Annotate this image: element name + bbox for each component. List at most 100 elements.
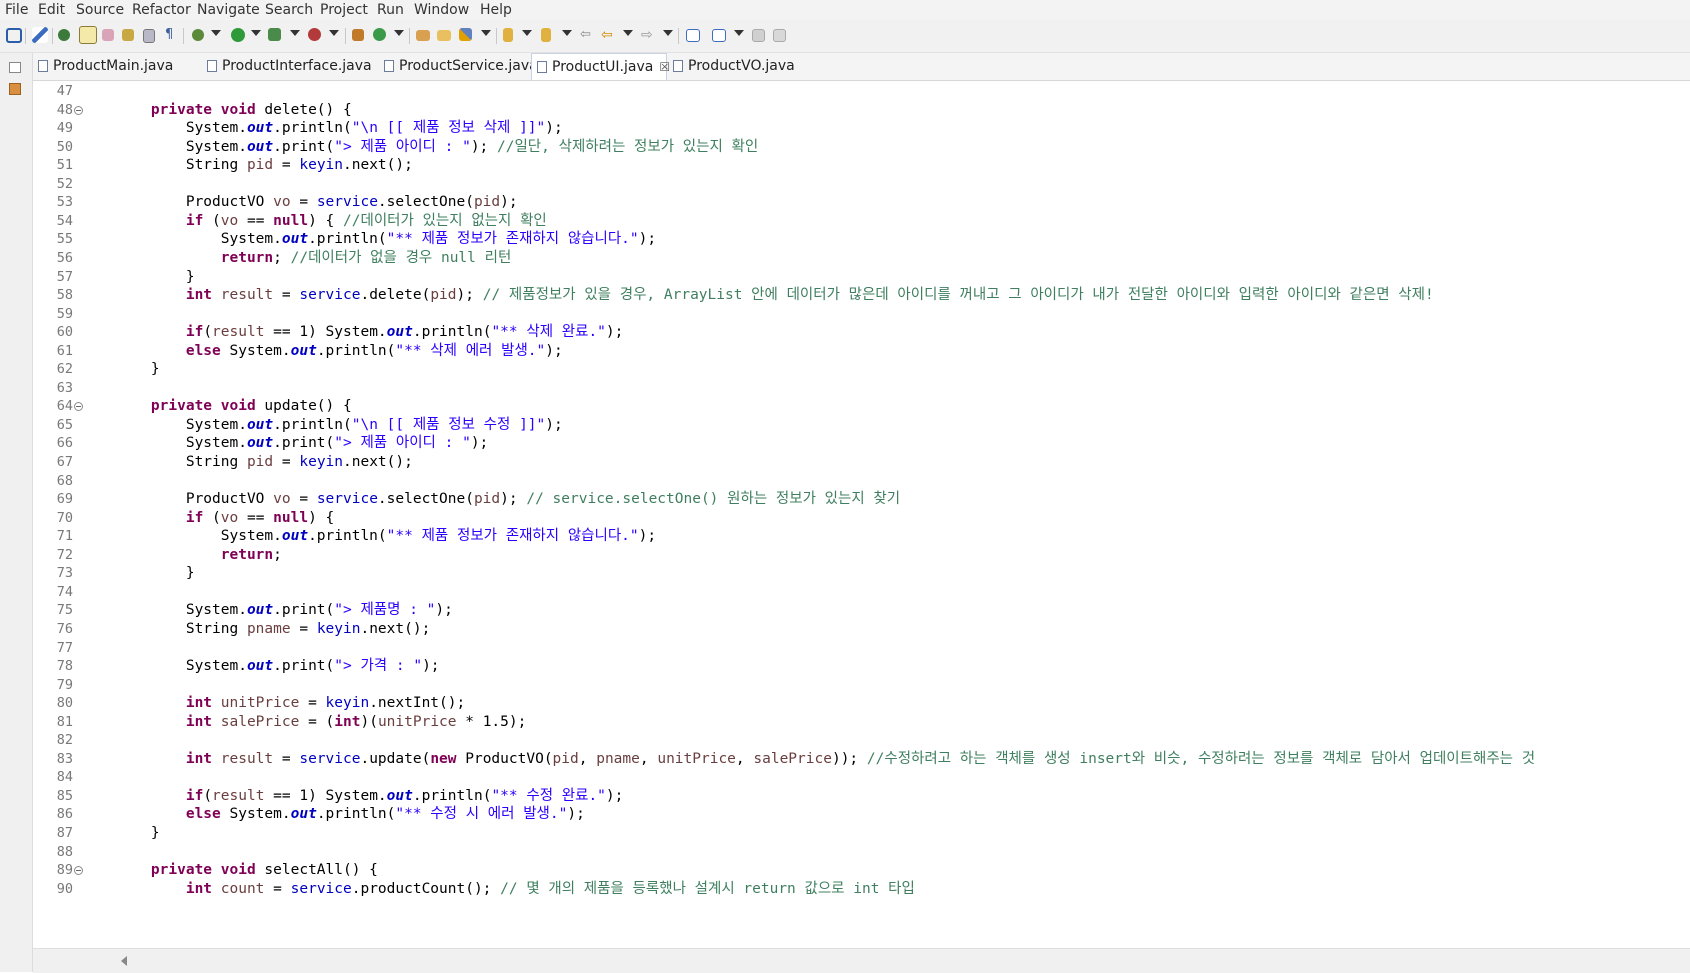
code-line[interactable]: int salePrice = (int)(unitPrice * 1.5); [116, 712, 527, 732]
back-icon[interactable]: ⇦ [601, 27, 617, 43]
java-ee-perspective-icon[interactable] [752, 29, 765, 42]
run-dropdown-icon[interactable] [251, 30, 261, 36]
menu-run[interactable]: Run [377, 0, 404, 20]
code-line[interactable]: ProductVO vo = service.selectOne(pid); [116, 192, 518, 212]
toggle-block-selection-icon[interactable] [102, 29, 114, 41]
code-line[interactable]: private void update() { [116, 396, 352, 416]
tab-productvo[interactable]: ProductVO.java [668, 53, 808, 80]
perspective-dropdown-icon[interactable] [734, 30, 744, 36]
forward-icon[interactable]: ⇨ [641, 27, 657, 43]
code-line[interactable]: if(result == 1) System.out.println("** 삭… [116, 322, 624, 342]
open-perspective-icon[interactable] [712, 29, 726, 42]
code-line[interactable]: ProductVO vo = service.selectOne(pid); /… [116, 489, 900, 509]
code-line[interactable]: System.out.println("\n [[ 제품 정보 삭제 ]]"); [116, 118, 563, 138]
menu-source[interactable]: Source [76, 0, 124, 20]
last-edit-location-icon[interactable]: ⇦ [580, 27, 596, 43]
restore-view-icon[interactable] [9, 62, 21, 73]
toggle-mark-occurrences-icon[interactable] [79, 26, 97, 44]
code-line[interactable]: System.out.println("** 제품 정보가 존재하지 않습니다.… [116, 229, 656, 249]
code-line[interactable]: } [116, 563, 195, 583]
debug-icon[interactable] [192, 29, 204, 41]
open-type-icon[interactable] [416, 30, 430, 41]
fold-collapse-icon[interactable] [74, 866, 83, 875]
code-line[interactable]: if(result == 1) System.out.println("** 수… [116, 786, 624, 806]
previous-edit-dropdown-icon[interactable] [562, 30, 572, 36]
code-line[interactable]: private void delete() { [116, 100, 352, 120]
debug-dropdown-icon[interactable] [211, 30, 221, 36]
back-dropdown-icon[interactable] [623, 30, 633, 36]
code-line[interactable]: String pid = keyin.next(); [116, 155, 413, 175]
code-line[interactable]: String pname = keyin.next(); [116, 619, 430, 639]
coverage-icon[interactable] [268, 28, 281, 41]
code-line[interactable]: else System.out.println("** 수정 시 에러 발생."… [116, 804, 585, 824]
scroll-left-icon[interactable] [121, 956, 127, 966]
code-line[interactable]: System.out.print("> 가격 : "); [116, 656, 440, 676]
forward-dropdown-icon[interactable] [663, 30, 673, 36]
tab-productmain[interactable]: ProductMain.java [33, 53, 198, 80]
search-icon[interactable] [459, 28, 472, 41]
code-line[interactable]: if (vo == null) { [116, 508, 334, 528]
code-line[interactable]: String pid = keyin.next(); [116, 452, 413, 472]
new-java-project-icon[interactable] [352, 29, 364, 41]
code-token: keyin [316, 621, 361, 637]
new-java-class-icon[interactable] [373, 28, 386, 41]
menu-file[interactable]: File [5, 0, 28, 20]
code-line[interactable]: System.out.print("> 제품 아이디 : "); //일단, 삭… [116, 137, 758, 157]
menu-project[interactable]: Project [320, 0, 368, 20]
coverage-dropdown-icon[interactable] [290, 30, 300, 36]
skip-breakpoints-icon[interactable] [32, 27, 48, 43]
code-line[interactable]: } [116, 267, 195, 287]
java-perspective-icon[interactable] [773, 29, 786, 42]
new-java-package-icon[interactable] [58, 29, 70, 41]
fold-collapse-icon[interactable] [74, 106, 83, 115]
horizontal-scrollbar[interactable] [33, 948, 1690, 973]
code-line[interactable]: return; [116, 545, 282, 565]
code-line[interactable]: System.out.print("> 제품명 : "); [116, 600, 453, 620]
previous-annotation-icon[interactable] [143, 29, 155, 43]
code-line[interactable]: System.out.print("> 제품 아이디 : "); [116, 433, 488, 453]
tab-productinterface[interactable]: ProductInterface.java [202, 53, 377, 80]
menu-search[interactable]: Search [265, 0, 313, 20]
code-line[interactable]: else System.out.println("** 삭제 에러 발생."); [116, 341, 563, 361]
line-number: 62 [56, 361, 73, 377]
code-token: // 몇 개의 제품을 등록했나 설계시 return 값으로 int 타입 [500, 881, 915, 897]
show-whitespace-icon[interactable]: ¶ [165, 27, 181, 43]
previous-edit-location-icon[interactable] [541, 28, 551, 42]
menu-navigate[interactable]: Navigate [197, 0, 260, 20]
search-dropdown-icon[interactable] [481, 30, 491, 36]
external-tools-icon[interactable] [308, 28, 321, 41]
code-token: System. [220, 806, 291, 822]
code-line[interactable]: if (vo == null) { //데이터가 있는지 없는지 확인 [116, 211, 547, 231]
code-line[interactable]: int count = service.productCount(); // 몇… [116, 879, 915, 899]
code-editor[interactable]: 47 48 49 50 51 52 53 54 55 56 57 58 59 60 61 62 63 64 65 66… [33, 81, 1690, 948]
code-line[interactable]: private void selectAll() { [116, 860, 378, 880]
run-icon[interactable] [231, 28, 245, 42]
code-line[interactable]: int result = service.delete(pid); // 제품정… [116, 285, 1434, 305]
new-java-class-dropdown-icon[interactable] [394, 30, 404, 36]
pin-editor-icon[interactable] [686, 29, 700, 42]
menu-window[interactable]: Window [414, 0, 469, 20]
code-line[interactable]: System.out.println("** 제품 정보가 존재하지 않습니다.… [116, 526, 656, 546]
menu-help[interactable]: Help [480, 0, 512, 20]
tab-productui[interactable]: ProductUI.java ☒ [531, 53, 670, 80]
code-line[interactable]: } [116, 823, 160, 843]
next-edit-dropdown-icon[interactable] [522, 30, 532, 36]
package-explorer-icon[interactable] [9, 83, 21, 95]
tab-productservice[interactable]: ProductService.java [379, 53, 538, 80]
code-line[interactable]: System.out.println("\n [[ 제품 정보 수정 ]]"); [116, 415, 563, 435]
menu-refactor[interactable]: Refactor [132, 0, 191, 20]
minimize-icon[interactable] [6, 28, 22, 43]
code-line[interactable]: int result = service.update(new ProductV… [116, 749, 1535, 769]
line-number: 79 [56, 677, 73, 693]
line-number: 68 [56, 473, 73, 489]
next-edit-location-icon[interactable] [503, 28, 513, 42]
code-line[interactable]: } [116, 359, 160, 379]
code-line[interactable]: int unitPrice = keyin.nextInt(); [116, 693, 465, 713]
external-tools-dropdown-icon[interactable] [329, 30, 339, 36]
code-line[interactable]: return; //데이터가 없을 경우 null 리턴 [116, 248, 512, 268]
open-task-icon[interactable] [437, 30, 451, 41]
code-token: String [116, 157, 247, 173]
fold-collapse-icon[interactable] [74, 402, 83, 411]
next-annotation-icon[interactable] [122, 29, 134, 41]
menu-edit[interactable]: Edit [38, 0, 65, 20]
